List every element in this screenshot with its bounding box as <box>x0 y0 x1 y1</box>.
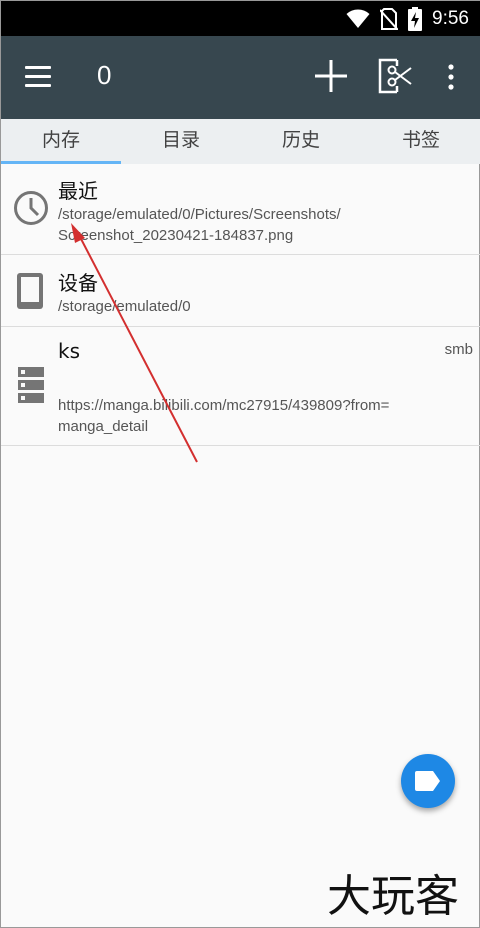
item-type: smb <box>444 341 473 358</box>
server-icon <box>18 367 44 403</box>
no-sim-icon <box>380 7 399 30</box>
item-path: /storage/emulated/0/Pictures/Screenshots… <box>58 206 341 223</box>
page-title: 0 <box>97 60 112 90</box>
item-name: ks <box>58 339 81 363</box>
clock-time: 9:56 <box>432 7 469 29</box>
item-path: Screenshot_20230421-184837.png <box>58 227 294 244</box>
status-bar: 9:56 <box>1 1 480 36</box>
tab-memory[interactable]: 内存 <box>1 119 121 164</box>
svg-text:大玩客: 大玩客 <box>327 871 459 919</box>
list-item-ks[interactable]: ks smb https://manga.bilibili.com/mc2791… <box>1 327 480 446</box>
tab-bookmarks[interactable]: 书签 <box>361 119 480 164</box>
item-name: 设备 <box>58 271 98 295</box>
tab-directory[interactable]: 目录 <box>121 119 241 164</box>
item-path: manga_detail <box>58 418 149 435</box>
list-item-device[interactable]: 设备 /storage/emulated/0 <box>1 255 480 327</box>
watermark-logo: 大玩客 <box>327 871 459 919</box>
item-path: /storage/emulated/0 <box>58 298 191 315</box>
clock-icon <box>14 191 48 225</box>
cut-icon[interactable] <box>377 58 413 94</box>
tab-history[interactable]: 历史 <box>241 119 361 164</box>
item-path: https://manga.bilibili.com/mc27915/43980… <box>58 397 390 414</box>
more-vert-icon[interactable] <box>439 62 463 92</box>
tab-bar: 内存 目录 历史 书签 <box>1 119 480 164</box>
menu-icon[interactable] <box>25 66 51 88</box>
battery-charging-icon <box>408 6 423 31</box>
location-list: 最近 /storage/emulated/0/Pictures/Screensh… <box>1 164 480 446</box>
bookmark-fab[interactable] <box>401 754 455 808</box>
item-name: 最近 <box>58 179 98 203</box>
phone-icon <box>17 273 43 309</box>
list-item-recent[interactable]: 最近 /storage/emulated/0/Pictures/Screensh… <box>1 164 480 255</box>
label-icon <box>415 771 440 791</box>
app-bar: 0 <box>1 36 480 119</box>
wifi-icon <box>346 9 370 28</box>
add-icon[interactable] <box>313 58 349 94</box>
